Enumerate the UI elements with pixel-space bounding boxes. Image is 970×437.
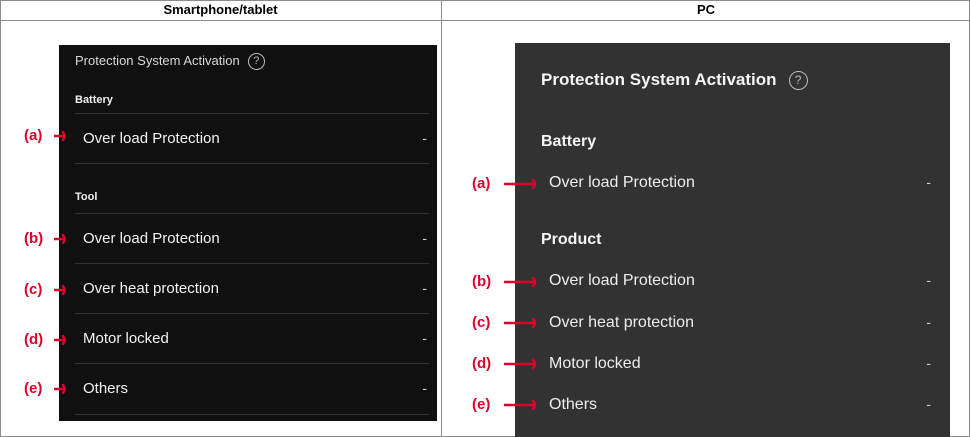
pc-panel: Protection System Activation? Battery Ov…	[515, 43, 950, 437]
callout-label: (d)	[24, 331, 44, 348]
row-label: Over load Protection	[549, 272, 695, 289]
row-value: -	[422, 280, 427, 296]
list-item: Over load Protection -	[75, 113, 429, 164]
callout-b: (b)	[472, 273, 537, 290]
callout-label: (d)	[472, 355, 492, 372]
callout-e: (e)	[472, 396, 537, 413]
row-label: Motor locked	[549, 355, 641, 372]
help-icon[interactable]: ?	[788, 71, 808, 91]
list-item: Others -	[549, 394, 950, 418]
callout-label: (b)	[472, 273, 492, 290]
row-value: -	[926, 272, 931, 288]
section-battery: Battery	[75, 94, 113, 106]
callout-arrow-icon	[504, 400, 537, 410]
column-header-smartphone: Smartphone/tablet	[0, 0, 441, 21]
column-header-pc: PC	[442, 0, 970, 21]
list-item: Over load Protection -	[549, 172, 950, 196]
callout-label: (c)	[24, 281, 43, 298]
callout-c: (c)	[472, 314, 537, 331]
row-label: Over heat protection	[549, 314, 694, 331]
row-label: Over heat protection	[83, 280, 219, 297]
row-value: -	[422, 380, 427, 396]
callout-arrow-icon	[504, 318, 537, 328]
callout-arrow-icon	[54, 285, 66, 295]
callout-d: (d)	[24, 331, 66, 348]
callout-a: (a)	[24, 127, 66, 144]
callout-b: (b)	[24, 230, 66, 247]
list-item: Others -	[75, 363, 429, 415]
row-label: Others	[83, 380, 129, 397]
panel-title: Protection System Activation?	[75, 53, 265, 71]
panel-title-text: Protection System Activation	[75, 53, 240, 68]
callout-label: (e)	[24, 380, 43, 397]
list-item: Over load Protection -	[549, 270, 950, 294]
callout-label: (a)	[472, 175, 491, 192]
callout-label: (e)	[472, 396, 491, 413]
callout-arrow-icon	[54, 131, 66, 141]
row-label: Motor locked	[83, 330, 169, 347]
row-separator	[75, 163, 429, 214]
callout-c: (c)	[24, 281, 66, 298]
list-item: Motor locked -	[75, 313, 429, 364]
section-battery: Battery	[541, 133, 597, 150]
column-divider	[441, 0, 442, 437]
row-value: -	[926, 314, 931, 330]
row-label: Over load Protection	[83, 130, 220, 147]
row-label: Over load Protection	[549, 174, 695, 191]
callout-label: (c)	[472, 314, 491, 331]
callout-d: (d)	[472, 355, 537, 372]
list-item: Over heat protection -	[549, 312, 950, 336]
list-item: Over load Protection -	[75, 213, 429, 264]
row-value: -	[422, 230, 427, 246]
row-label: Others	[549, 396, 598, 413]
callout-a: (a)	[472, 175, 537, 192]
callout-arrow-icon	[54, 384, 66, 394]
row-label: Over load Protection	[83, 230, 220, 247]
row-value: -	[422, 330, 427, 346]
callout-arrow-icon	[504, 277, 537, 287]
panel-title-text: Protection System Activation	[541, 70, 777, 89]
list-item: Over heat protection -	[75, 263, 429, 314]
row-value: -	[422, 130, 427, 146]
section-tool: Tool	[75, 191, 98, 203]
help-icon[interactable]: ?	[247, 53, 265, 71]
callout-arrow-icon	[54, 335, 66, 345]
callout-label: (a)	[24, 127, 43, 144]
panel-title: Protection System Activation?	[541, 70, 808, 91]
row-value: -	[926, 396, 931, 412]
callout-arrow-icon	[504, 179, 537, 189]
callout-arrow-icon	[54, 234, 66, 244]
list-item: Motor locked -	[549, 353, 950, 377]
row-value: -	[926, 174, 931, 190]
smartphone-panel: Protection System Activation? Battery Ov…	[59, 45, 437, 421]
section-product: Product	[541, 231, 602, 248]
callout-arrow-icon	[504, 359, 537, 369]
row-value: -	[926, 355, 931, 371]
callout-label: (b)	[24, 230, 44, 247]
callout-e: (e)	[24, 380, 66, 397]
